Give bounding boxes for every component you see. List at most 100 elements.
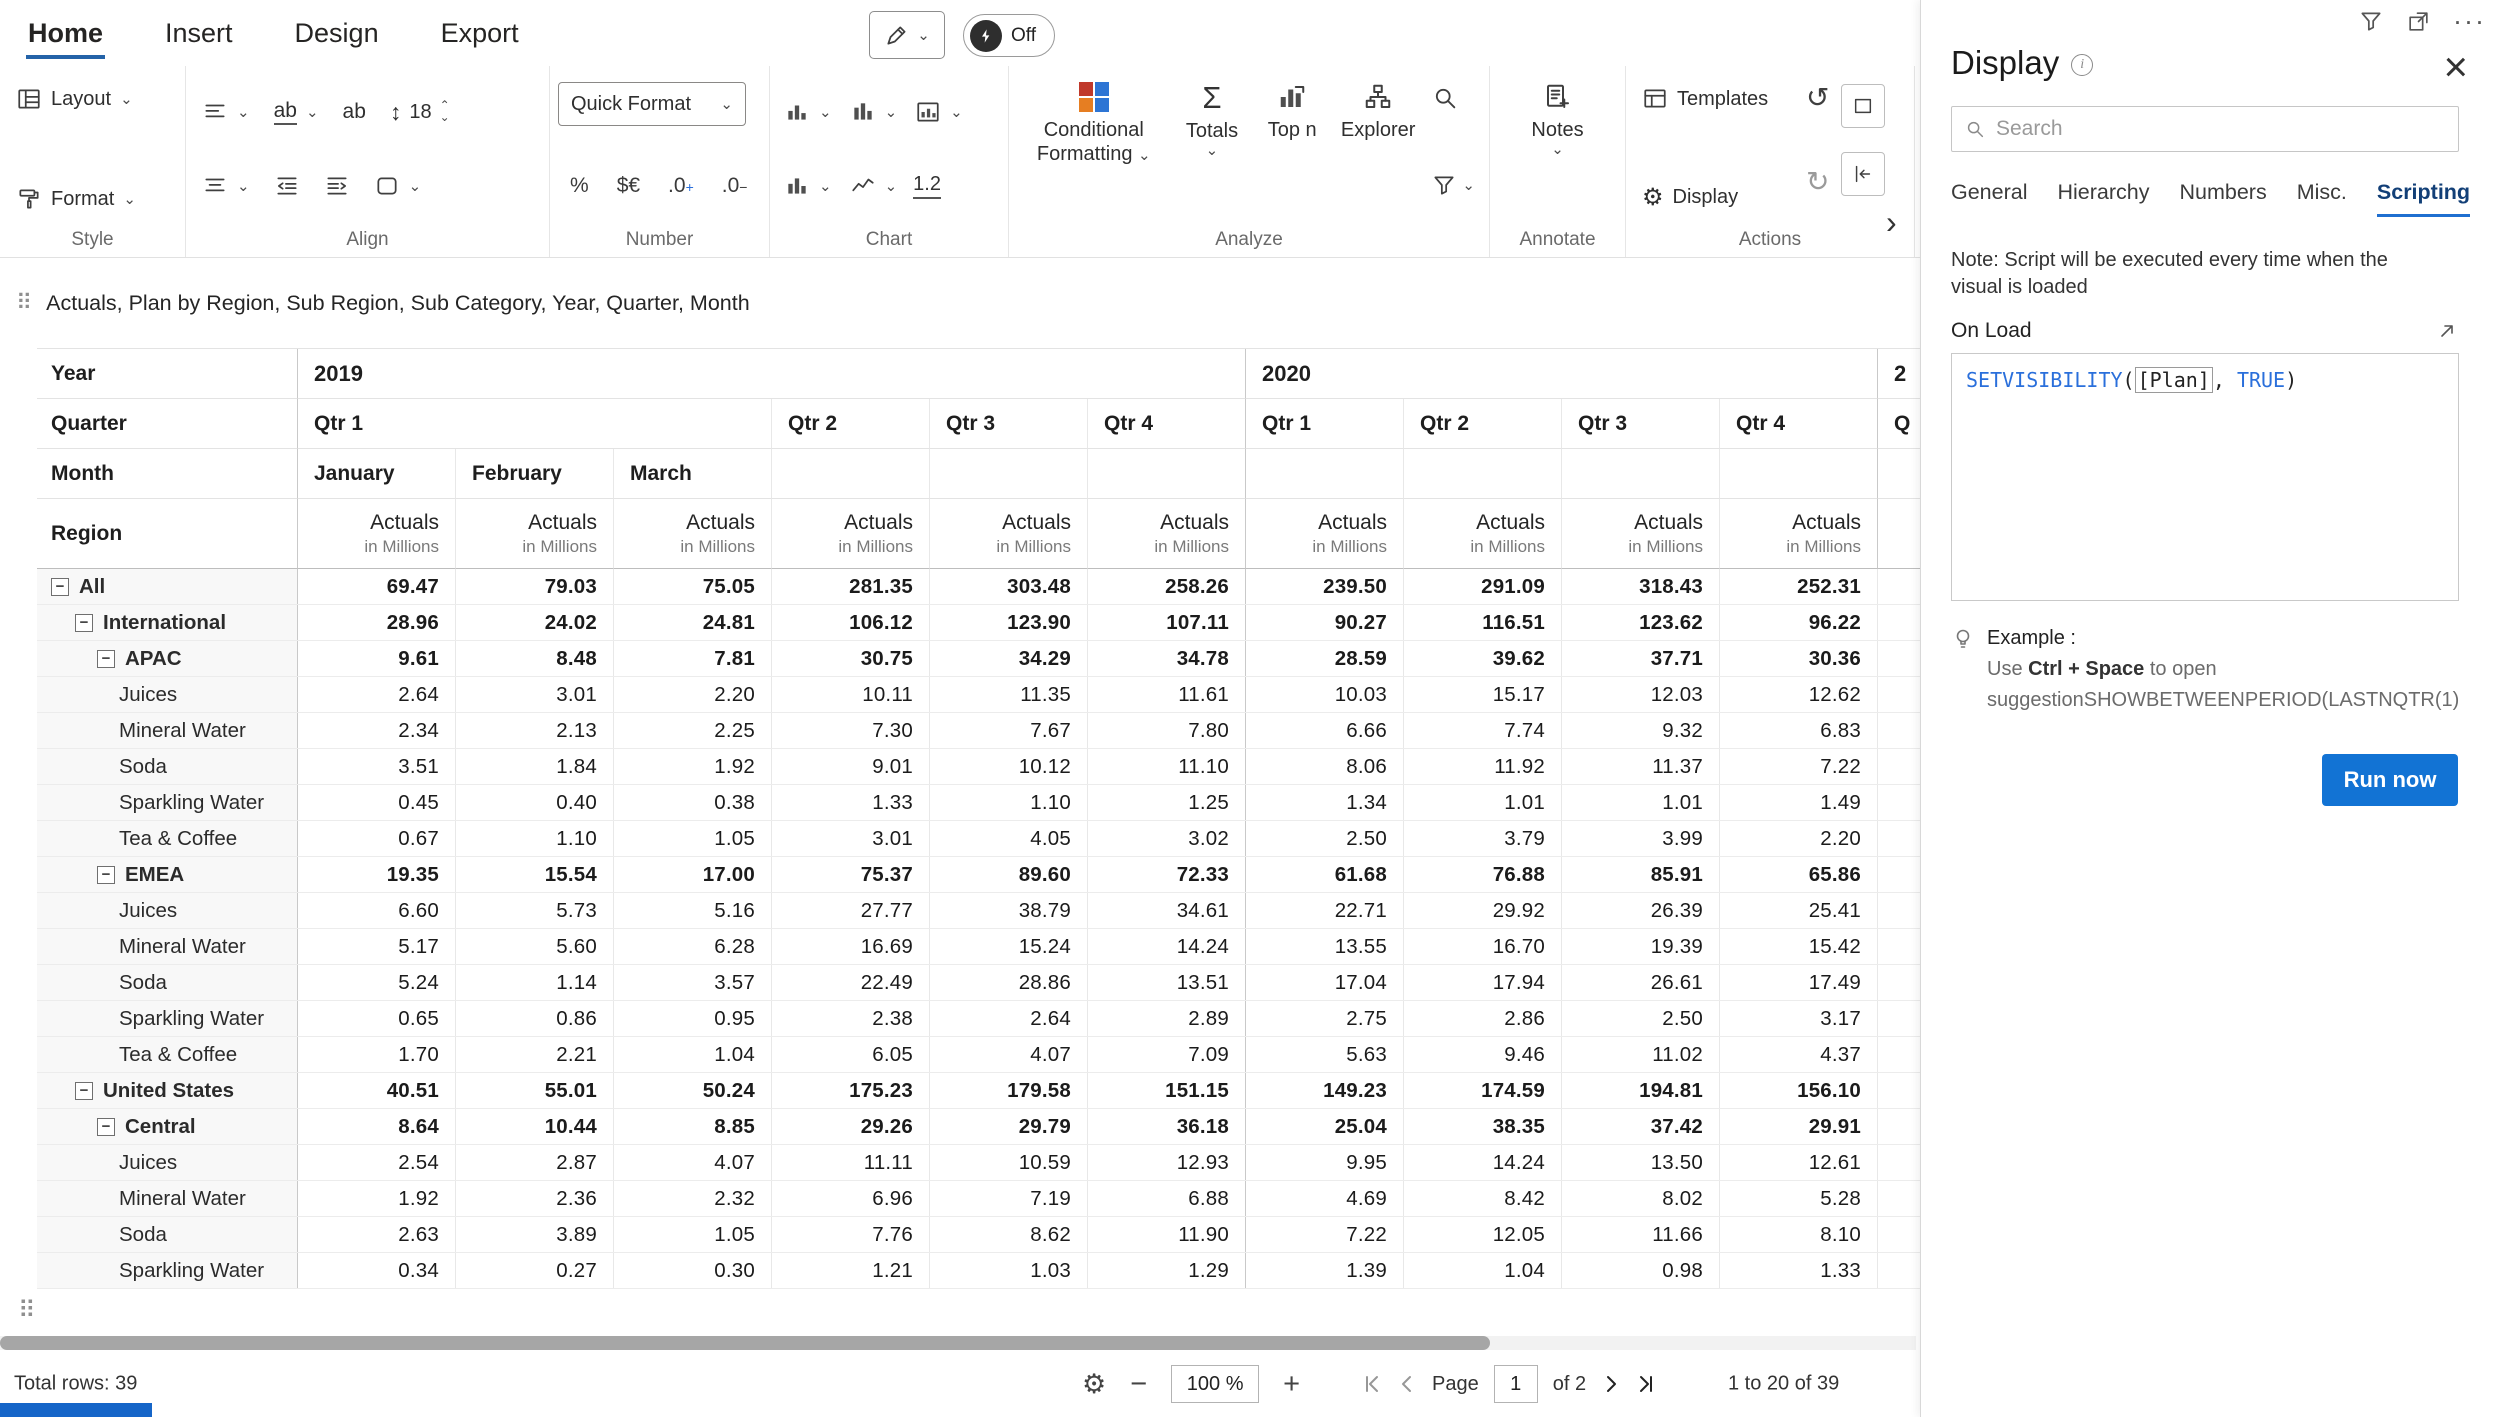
collapse-icon[interactable]: − [75, 1082, 93, 1100]
row-header-cell[interactable]: Mineral Water [37, 713, 297, 748]
month-header-cell[interactable] [929, 449, 1087, 499]
filter-icon[interactable] [2358, 8, 2384, 34]
data-cell[interactable]: 7.22 [1245, 1217, 1403, 1252]
chart-type-button[interactable]: ⌄ [782, 95, 834, 129]
data-cell[interactable]: 11.90 [1087, 1217, 1245, 1252]
data-cell[interactable]: 1.05 [613, 1217, 771, 1252]
data-cell[interactable] [1877, 749, 1920, 784]
data-cell[interactable]: 174.59 [1403, 1073, 1561, 1108]
quarter-header-cell[interactable]: Qtr 4 [1719, 399, 1877, 449]
data-cell[interactable]: 2.86 [1403, 1001, 1561, 1036]
data-cell[interactable]: 303.48 [929, 569, 1087, 604]
data-cell[interactable] [1877, 569, 1920, 604]
data-cell[interactable]: 55.01 [455, 1073, 613, 1108]
number-scale-button[interactable]: 1.2 [913, 173, 941, 199]
data-cell[interactable]: 12.62 [1719, 677, 1877, 712]
year-axis-label[interactable]: Year [37, 349, 297, 399]
expand-icon[interactable] [2435, 319, 2459, 343]
data-cell[interactable]: 27.77 [771, 893, 929, 928]
data-cell[interactable] [1877, 713, 1920, 748]
data-cell[interactable]: 9.32 [1561, 713, 1719, 748]
data-cell[interactable]: 1.10 [929, 785, 1087, 820]
data-cell[interactable]: 69.47 [297, 569, 455, 604]
increase-decimal-button[interactable]: .0+ [662, 172, 700, 200]
data-cell[interactable]: 15.42 [1719, 929, 1877, 964]
measure-header-cell[interactable]: Actualsin Millions [1561, 499, 1719, 569]
data-cell[interactable]: 10.44 [455, 1109, 613, 1144]
data-cell[interactable]: 11.35 [929, 677, 1087, 712]
year-header-cell[interactable]: 2020 [1245, 349, 1877, 399]
tab-scripting[interactable]: Scripting [2377, 180, 2470, 217]
data-cell[interactable]: 5.60 [455, 929, 613, 964]
data-cell[interactable]: 2.21 [455, 1037, 613, 1072]
data-cell[interactable]: 34.29 [929, 641, 1087, 676]
search-box[interactable] [1951, 106, 2459, 152]
row-header-cell[interactable]: Mineral Water [37, 929, 297, 964]
data-cell[interactable]: 1.29 [1087, 1253, 1245, 1288]
data-cell[interactable]: 30.75 [771, 641, 929, 676]
data-cell[interactable]: 9.61 [297, 641, 455, 676]
data-cell[interactable] [1877, 893, 1920, 928]
data-cell[interactable]: 1.70 [297, 1037, 455, 1072]
percent-format-button[interactable]: % [564, 172, 595, 200]
chevron-down-icon[interactable]: ⌄ [440, 113, 450, 123]
data-cell[interactable]: 2.63 [297, 1217, 455, 1252]
tab-insert[interactable]: Insert [163, 12, 235, 55]
year-header-cell[interactable]: 2019 [297, 349, 1245, 399]
data-cell[interactable]: 15.54 [455, 857, 613, 892]
collapse-icon[interactable]: − [51, 578, 69, 596]
data-cell[interactable]: 2.38 [771, 1001, 929, 1036]
data-cell[interactable]: 2.75 [1245, 1001, 1403, 1036]
data-cell[interactable]: 17.04 [1245, 965, 1403, 1000]
search-data-button[interactable] [1431, 84, 1475, 117]
focus-mode-icon[interactable] [2406, 9, 2431, 34]
data-cell[interactable]: 149.23 [1245, 1073, 1403, 1108]
data-cell[interactable]: 65.86 [1719, 857, 1877, 892]
quarter-header-cell[interactable]: Qtr 3 [929, 399, 1087, 449]
data-cell[interactable]: 7.30 [771, 713, 929, 748]
data-cell[interactable]: 258.26 [1087, 569, 1245, 604]
data-cell[interactable]: 19.39 [1561, 929, 1719, 964]
data-cell[interactable]: 1.92 [613, 749, 771, 784]
data-cell[interactable]: 26.61 [1561, 965, 1719, 1000]
data-cell[interactable] [1877, 1001, 1920, 1036]
data-cell[interactable]: 9.95 [1245, 1145, 1403, 1180]
data-cell[interactable]: 6.28 [613, 929, 771, 964]
tab-hierarchy[interactable]: Hierarchy [2058, 180, 2150, 217]
data-cell[interactable]: 106.12 [771, 605, 929, 640]
collapse-icon[interactable]: − [97, 866, 115, 884]
row-header-cell[interactable]: −Central [37, 1109, 297, 1144]
data-cell[interactable]: 5.63 [1245, 1037, 1403, 1072]
row-header-cell[interactable]: Mineral Water [37, 1181, 297, 1216]
text-case-button[interactable]: ab ⌄ [266, 95, 327, 129]
data-cell[interactable]: 1.33 [1719, 1253, 1877, 1288]
data-cell[interactable]: 25.41 [1719, 893, 1877, 928]
data-cell[interactable]: 281.35 [771, 569, 929, 604]
data-cell[interactable]: 38.35 [1403, 1109, 1561, 1144]
data-cell[interactable] [1877, 1037, 1920, 1072]
data-cell[interactable]: 29.92 [1403, 893, 1561, 928]
edit-pen-button[interactable]: ⌄ [869, 11, 945, 59]
data-cell[interactable]: 194.81 [1561, 1073, 1719, 1108]
tab-export[interactable]: Export [439, 12, 521, 55]
data-cell[interactable]: 2.25 [613, 713, 771, 748]
data-cell[interactable]: 1.01 [1403, 785, 1561, 820]
month-header-cell[interactable]: January [297, 449, 455, 499]
data-cell[interactable]: 1.03 [929, 1253, 1087, 1288]
zoom-level[interactable]: 100 % [1171, 1365, 1259, 1403]
data-cell[interactable]: 29.79 [929, 1109, 1087, 1144]
data-cell[interactable]: 5.17 [297, 929, 455, 964]
data-cell[interactable]: 0.38 [613, 785, 771, 820]
data-cell[interactable]: 37.71 [1561, 641, 1719, 676]
data-cell[interactable] [1877, 785, 1920, 820]
vertical-align-button[interactable]: ⌄ [194, 169, 258, 203]
data-cell[interactable]: 39.62 [1403, 641, 1561, 676]
data-cell[interactable]: 239.50 [1245, 569, 1403, 604]
data-cell[interactable]: 1.04 [1403, 1253, 1561, 1288]
data-cell[interactable]: 72.33 [1087, 857, 1245, 892]
script-token[interactable]: [Plan] [2135, 367, 2213, 393]
data-cell[interactable]: 5.24 [297, 965, 455, 1000]
data-cell[interactable]: 2.36 [455, 1181, 613, 1216]
data-cell[interactable] [1877, 1253, 1920, 1288]
wrap-text-button[interactable]: ab [335, 96, 374, 128]
